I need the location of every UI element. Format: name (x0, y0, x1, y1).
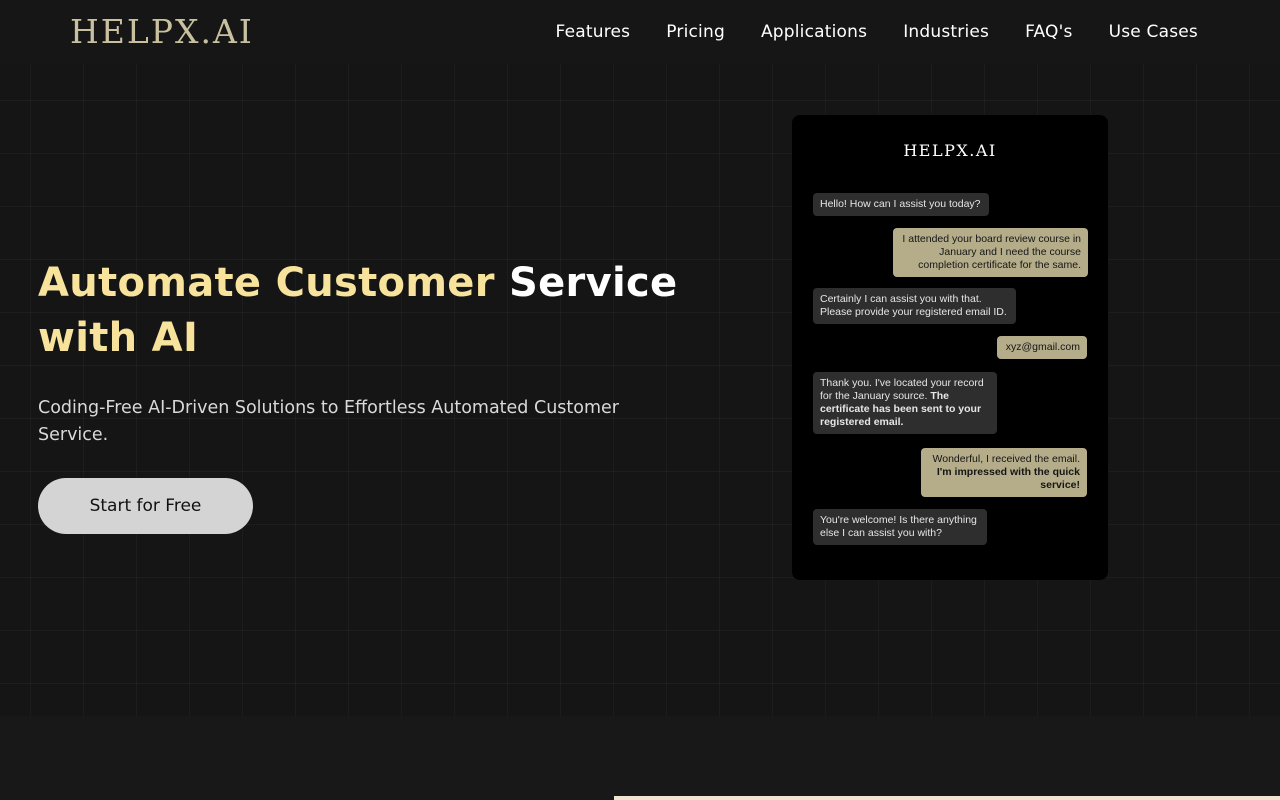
main-nav: Features Pricing Applications Industries… (556, 18, 1198, 46)
hero-title-service: Service (509, 260, 678, 306)
hero-title: Automate Customer Service with AI (38, 256, 718, 366)
chat-logo: HELPX.AI (903, 141, 997, 160)
chat-message-bold: I'm impressed with the quick service! (936, 466, 1080, 491)
chat-message-user: xyz@gmail.com (997, 336, 1087, 359)
nav-applications[interactable]: Applications (761, 18, 867, 46)
brand-logo[interactable]: HELPX.AI (70, 12, 254, 52)
site-header: HELPX.AI Features Pricing Applications I… (0, 0, 1280, 64)
chat-message-text: Thank you. I've located your record for … (820, 377, 984, 402)
chat-message-bot: Certainly I can assist you with that. Pl… (813, 288, 1016, 324)
nav-pricing[interactable]: Pricing (666, 18, 725, 46)
hero-title-accent: Automate Customer (38, 260, 495, 306)
nav-use-cases[interactable]: Use Cases (1109, 18, 1198, 46)
chat-message-user: Wonderful, I received the email. I'm imp… (921, 448, 1087, 497)
chat-message-text: Wonderful, I received the email. (932, 453, 1080, 465)
nav-industries[interactable]: Industries (903, 18, 989, 46)
next-section (0, 716, 1280, 800)
next-section-edge (614, 796, 1280, 800)
chat-message-text: You're welcome! Is there anything else I… (820, 514, 977, 539)
chat-message-bot: You're welcome! Is there anything else I… (813, 509, 987, 545)
hero-title-line2: with AI (38, 315, 199, 361)
chat-message-user: I attended your board review course in J… (893, 228, 1088, 277)
nav-features[interactable]: Features (556, 18, 631, 46)
nav-faqs[interactable]: FAQ's (1025, 18, 1072, 46)
chat-message-text: I attended your board review course in J… (902, 233, 1081, 271)
chat-message-text: Hello! How can I assist you today? (820, 198, 981, 210)
chat-message-bot: Thank you. I've located your record for … (813, 372, 997, 434)
chat-demo-panel: HELPX.AI Hello! How can I assist you tod… (792, 115, 1108, 580)
chat-message-bot: Hello! How can I assist you today? (813, 193, 989, 216)
chat-message-text: Certainly I can assist you with that. Pl… (820, 293, 1007, 318)
hero-subtitle: Coding-Free AI-Driven Solutions to Effor… (38, 398, 619, 445)
chat-message-text: xyz@gmail.com (1005, 341, 1080, 353)
start-free-button[interactable]: Start for Free (38, 478, 253, 534)
